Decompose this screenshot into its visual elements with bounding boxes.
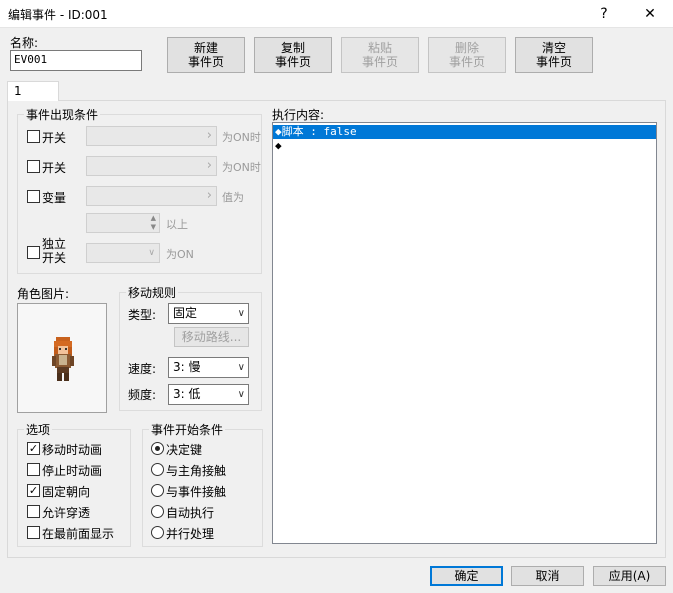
conditions-title: 事件出现条件	[24, 106, 101, 123]
copy-page-button[interactable]: 复制 事件页	[254, 37, 332, 73]
event-name-input[interactable]: EV001	[10, 50, 142, 71]
movement-freq-label: 频度:	[128, 388, 157, 402]
movement-type-label: 类型:	[128, 308, 157, 322]
ok-button[interactable]: 确定	[430, 566, 503, 586]
tab-page-1[interactable]: 1	[7, 81, 59, 101]
trigger-title: 事件开始条件	[149, 421, 226, 438]
chevron-right-icon: ›	[206, 158, 212, 173]
clear-page-button[interactable]: 清空 事件页	[515, 37, 593, 73]
new-page-button[interactable]: 新建 事件页	[167, 37, 245, 73]
switch1-label: 开关	[42, 131, 67, 145]
switch2-label: 开关	[42, 161, 67, 175]
variable-selector[interactable]: ›	[86, 186, 217, 206]
image-label: 角色图片:	[17, 287, 70, 301]
chevron-right-icon: ›	[206, 188, 212, 203]
variable-suffix: 值为	[222, 191, 244, 204]
chevron-down-icon: ∨	[148, 248, 155, 258]
trigger-event-touch-label: 与事件接触	[166, 485, 227, 499]
contents-label: 执行内容:	[272, 108, 325, 122]
option-walk-anim-label: 移动时动画	[42, 443, 103, 457]
chevron-down-icon: ∨	[237, 389, 245, 400]
trigger-player-touch-radio[interactable]	[151, 463, 164, 476]
command-line-script[interactable]: ◆脚本 : false	[273, 125, 656, 139]
self-switch-select[interactable]: ∨	[86, 243, 160, 263]
variable-value-stepper[interactable]: ▲ ▼	[86, 213, 160, 233]
chevron-down-icon: ∨	[237, 362, 245, 373]
spin-down-icon[interactable]: ▼	[151, 223, 156, 232]
character-image-box[interactable]	[17, 303, 107, 413]
movement-speed-label: 速度:	[128, 362, 157, 376]
paste-page-button[interactable]: 粘贴 事件页	[341, 37, 419, 73]
window-title: 编辑事件 - ID:001	[8, 8, 108, 22]
trigger-action-button-radio[interactable]	[151, 442, 164, 455]
self-switch-label-line2: 开关	[42, 251, 67, 265]
trigger-autorun-radio[interactable]	[151, 505, 164, 518]
trigger-autorun-label: 自动执行	[166, 506, 215, 520]
spin-up-icon[interactable]: ▲	[151, 214, 156, 223]
option-always-on-top-checkbox[interactable]	[27, 526, 40, 539]
switch2-suffix: 为ON时	[222, 161, 261, 174]
event-commands-list[interactable]: ◆脚本 : false ◆	[272, 122, 657, 544]
switch2-selector[interactable]: ›	[86, 156, 217, 176]
option-walk-anim-checkbox[interactable]: ✓	[27, 442, 40, 455]
self-switch-checkbox[interactable]	[27, 246, 40, 259]
option-step-anim-label: 停止时动画	[42, 464, 103, 478]
variable-above-label: 以上	[166, 218, 188, 231]
option-always-on-top-label: 在最前面显示	[42, 527, 115, 541]
trigger-parallel-radio[interactable]	[151, 526, 164, 539]
trigger-parallel-label: 并行处理	[166, 527, 215, 541]
close-icon[interactable]: ✕	[628, 0, 672, 28]
trigger-event-touch-radio[interactable]	[151, 484, 164, 497]
movement-speed-select[interactable]: 3: 慢 ∨	[168, 357, 249, 378]
switch1-checkbox[interactable]	[27, 130, 40, 143]
cancel-button[interactable]: 取消	[511, 566, 584, 586]
character-sprite-icon	[52, 337, 74, 381]
option-step-anim-checkbox[interactable]	[27, 463, 40, 476]
delete-page-button[interactable]: 删除 事件页	[428, 37, 506, 73]
command-line-empty[interactable]: ◆	[273, 139, 656, 153]
help-icon[interactable]: ?	[582, 0, 626, 28]
options-title: 选项	[24, 421, 53, 438]
movement-title: 移动规则	[126, 284, 179, 301]
option-through-checkbox[interactable]	[27, 505, 40, 518]
self-switch-label-line1: 独立	[42, 237, 67, 251]
title-bar: 编辑事件 - ID:001 ? ✕	[0, 0, 673, 28]
option-direction-fix-label: 固定朝向	[42, 485, 91, 499]
option-direction-fix-checkbox[interactable]: ✓	[27, 484, 40, 497]
self-switch-suffix: 为ON	[166, 248, 194, 261]
chevron-right-icon: ›	[206, 128, 212, 143]
name-label: 名称:	[10, 36, 39, 50]
movement-type-select[interactable]: 固定 ∨	[168, 303, 249, 324]
switch1-selector[interactable]: ›	[86, 126, 217, 146]
switch1-suffix: 为ON时	[222, 131, 261, 144]
variable-label: 变量	[42, 191, 67, 205]
trigger-action-button-label: 决定键	[166, 443, 203, 457]
move-route-button[interactable]: 移动路线...	[174, 327, 249, 347]
variable-checkbox[interactable]	[27, 190, 40, 203]
apply-button[interactable]: 应用(A)	[593, 566, 666, 586]
switch2-checkbox[interactable]	[27, 160, 40, 173]
trigger-player-touch-label: 与主角接触	[166, 464, 227, 478]
option-through-label: 允许穿透	[42, 506, 91, 520]
movement-freq-select[interactable]: 3: 低 ∨	[168, 384, 249, 405]
chevron-down-icon: ∨	[237, 308, 245, 319]
